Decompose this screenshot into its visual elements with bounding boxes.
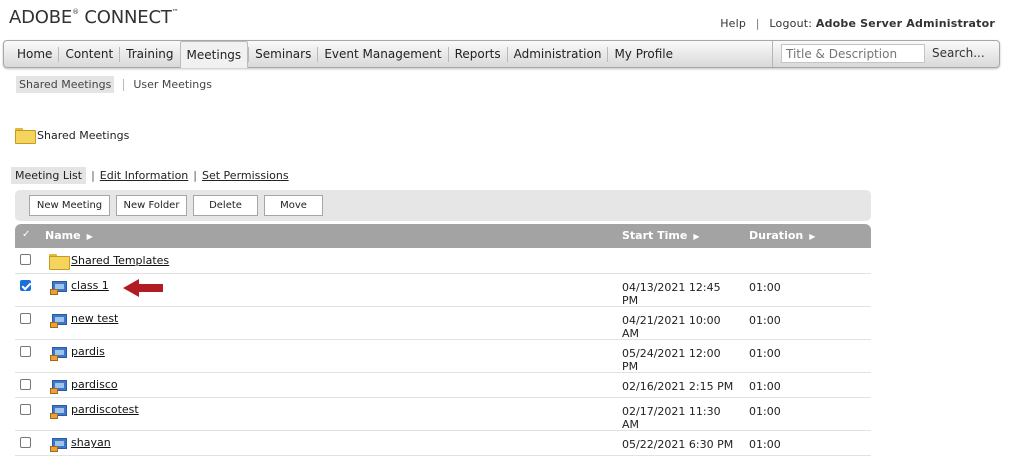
- table-row: new test 04/21/2021 10:00 AM 01:00: [15, 307, 871, 340]
- tab-training[interactable]: Training: [119, 46, 179, 62]
- tab-seminars[interactable]: Seminars: [248, 46, 317, 62]
- table-row: pardis 05/24/2021 12:00 PM 01:00: [15, 340, 871, 373]
- tab-administration[interactable]: Administration: [506, 46, 608, 62]
- divider: |: [193, 169, 197, 182]
- adobe-connect-logo: ADOBE® CONNECT™: [9, 7, 179, 28]
- row-name-link[interactable]: new test: [71, 312, 118, 325]
- divider: |: [755, 17, 760, 30]
- folder-heading: Shared Meetings: [15, 128, 130, 144]
- table-row: pardiscotest 02/17/2021 11:30 AM 01:00: [15, 398, 871, 431]
- row-name-link[interactable]: Shared Templates: [71, 254, 169, 267]
- column-header-start-time[interactable]: Start Time ▶: [622, 229, 699, 242]
- column-header-name[interactable]: Name ▶: [45, 229, 93, 242]
- meeting-toolbar: New Meeting New Folder Delete Move: [15, 190, 871, 221]
- tab-meetings[interactable]: Meetings: [179, 40, 249, 68]
- row-start-time: 02/17/2021 11:30 AM: [622, 405, 721, 431]
- select-all-check-icon[interactable]: ✓: [22, 229, 30, 240]
- folder-title: Shared Meetings: [37, 128, 130, 142]
- red-arrow-annotation-icon: [123, 279, 163, 297]
- row-name-link[interactable]: shayan: [71, 436, 111, 449]
- meeting-icon: [50, 314, 67, 328]
- divider: [123, 78, 125, 91]
- sub-nav: Shared Meetings User Meetings: [16, 76, 212, 93]
- meeting-icon: [50, 380, 67, 394]
- delete-button[interactable]: Delete: [193, 195, 258, 216]
- subnav-shared-meetings[interactable]: Shared Meetings: [16, 76, 115, 93]
- meeting-icon: [50, 438, 67, 452]
- row-checkbox[interactable]: [20, 280, 31, 291]
- logout-link[interactable]: Logout:: [769, 17, 812, 30]
- row-start-time: 04/21/2021 10:00 AM: [622, 314, 721, 340]
- row-duration: 01:00: [749, 347, 781, 360]
- search-button[interactable]: Search...: [932, 46, 985, 60]
- tab-my-profile[interactable]: My Profile: [607, 46, 679, 62]
- meeting-grid: ✓ Name ▶ Start Time ▶ Duration ▶ Shared Tem…: [15, 224, 871, 456]
- row-checkbox[interactable]: [20, 313, 31, 324]
- edit-information-link[interactable]: Edit Information: [100, 169, 188, 182]
- main-nav: Home Content Training Meetings Seminars …: [3, 40, 1000, 68]
- table-row: Shared Templates: [15, 248, 871, 274]
- grid-header: ✓ Name ▶ Start Time ▶ Duration ▶: [15, 224, 871, 248]
- row-checkbox[interactable]: [20, 346, 31, 357]
- tab-home[interactable]: Home: [11, 47, 58, 62]
- folder-icon: [15, 128, 36, 144]
- nav-tabs: Home Content Training Meetings Seminars …: [11, 40, 679, 68]
- row-start-time: 05/24/2021 12:00 PM: [622, 347, 721, 373]
- sort-arrow-icon: ▶: [693, 232, 700, 241]
- set-permissions-link[interactable]: Set Permissions: [202, 169, 289, 182]
- row-name-link[interactable]: pardis: [71, 345, 105, 358]
- tab-content[interactable]: Content: [58, 46, 119, 62]
- row-duration: 01:00: [749, 405, 781, 418]
- search-input[interactable]: [781, 44, 925, 63]
- help-link[interactable]: Help: [720, 17, 746, 30]
- meeting-icon: [50, 281, 67, 295]
- action-links: Meeting List | Edit Information | Set Pe…: [11, 167, 289, 184]
- meeting-icon: [50, 347, 67, 361]
- row-start-time: 02/16/2021 2:15 PM: [622, 380, 734, 393]
- sort-arrow-icon: ▶: [809, 232, 816, 241]
- divider: |: [91, 169, 95, 182]
- table-row: shayan 05/22/2021 6:30 PM 01:00: [15, 431, 871, 456]
- row-checkbox[interactable]: [20, 437, 31, 448]
- column-header-duration[interactable]: Duration ▶: [749, 229, 815, 242]
- row-duration: 01:00: [749, 314, 781, 327]
- tab-reports[interactable]: Reports: [447, 46, 507, 62]
- row-start-time: 05/22/2021 6:30 PM: [622, 438, 734, 451]
- tab-event-management[interactable]: Event Management: [317, 46, 447, 62]
- top-links: Help | Logout: Adobe Server Administrato…: [720, 17, 995, 30]
- row-duration: 01:00: [749, 438, 781, 451]
- row-checkbox[interactable]: [20, 404, 31, 415]
- row-start-time: 04/13/2021 12:45 PM: [622, 281, 721, 307]
- sort-arrow-icon: ▶: [86, 232, 93, 241]
- meeting-icon: [50, 405, 67, 419]
- row-name-link[interactable]: pardiscotest: [71, 403, 139, 416]
- table-row: pardisco 02/16/2021 2:15 PM 01:00: [15, 373, 871, 398]
- row-checkbox[interactable]: [20, 379, 31, 390]
- row-duration: 01:00: [749, 380, 781, 393]
- row-name-link[interactable]: class 1: [71, 279, 109, 292]
- row-name-link[interactable]: pardisco: [71, 378, 118, 391]
- row-duration: 01:00: [749, 281, 781, 294]
- new-folder-button[interactable]: New Folder: [116, 195, 187, 216]
- current-user: Adobe Server Administrator: [815, 17, 995, 30]
- row-checkbox[interactable]: [20, 254, 31, 265]
- move-button[interactable]: Move: [264, 195, 323, 216]
- subnav-user-meetings[interactable]: User Meetings: [133, 78, 212, 91]
- folder-icon: [49, 254, 70, 270]
- new-meeting-button[interactable]: New Meeting: [29, 195, 110, 216]
- meeting-list-link[interactable]: Meeting List: [11, 167, 87, 184]
- search-area: Search...: [772, 41, 1000, 67]
